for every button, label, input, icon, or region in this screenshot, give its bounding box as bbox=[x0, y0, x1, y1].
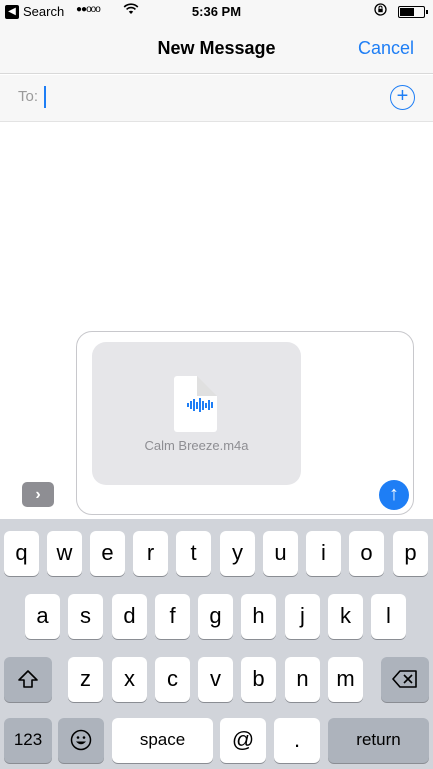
expand-apps-button[interactable]: › bbox=[22, 482, 54, 507]
cancel-button[interactable]: Cancel bbox=[358, 38, 414, 59]
to-label: To: bbox=[18, 88, 39, 105]
attachment-filename: Calm Breeze.m4a bbox=[144, 438, 249, 453]
recipient-field[interactable]: To: + bbox=[0, 75, 433, 122]
shift-key[interactable] bbox=[4, 657, 52, 702]
key-q[interactable]: q bbox=[4, 531, 39, 576]
key-d[interactable]: d bbox=[112, 594, 147, 639]
key-x[interactable]: x bbox=[112, 657, 147, 702]
numbers-key[interactable]: 123 bbox=[4, 718, 52, 763]
key-t[interactable]: t bbox=[176, 531, 211, 576]
key-p[interactable]: p bbox=[393, 531, 428, 576]
key-y[interactable]: y bbox=[220, 531, 255, 576]
key-b[interactable]: b bbox=[241, 657, 276, 702]
at-key[interactable]: @ bbox=[220, 718, 266, 763]
backspace-key[interactable] bbox=[381, 657, 429, 702]
key-i[interactable]: i bbox=[306, 531, 341, 576]
period-key[interactable]: . bbox=[274, 718, 320, 763]
plus-icon: + bbox=[396, 85, 409, 107]
audio-attachment[interactable]: Calm Breeze.m4a bbox=[92, 342, 301, 485]
key-w[interactable]: w bbox=[47, 531, 82, 576]
arrow-up-icon: ↑ bbox=[389, 483, 399, 505]
key-h[interactable]: h bbox=[241, 594, 276, 639]
key-k[interactable]: k bbox=[328, 594, 363, 639]
add-contact-button[interactable]: + bbox=[390, 85, 415, 110]
rotation-lock-icon bbox=[374, 3, 387, 19]
status-bar: ◀ Search ●●ooo 5:36 PM bbox=[0, 0, 433, 24]
return-key[interactable]: return bbox=[328, 718, 429, 763]
clock: 5:36 PM bbox=[191, 4, 242, 19]
key-o[interactable]: o bbox=[349, 531, 384, 576]
keyboard: q w e r t y u i o p a s d f g h j k l z … bbox=[0, 519, 433, 769]
key-l[interactable]: l bbox=[371, 594, 406, 639]
key-e[interactable]: e bbox=[90, 531, 125, 576]
battery-icon bbox=[398, 6, 428, 18]
text-cursor bbox=[44, 86, 46, 108]
chevron-right-icon: › bbox=[35, 486, 41, 503]
send-button[interactable]: ↑ bbox=[379, 480, 409, 510]
key-r[interactable]: r bbox=[133, 531, 168, 576]
key-v[interactable]: v bbox=[198, 657, 233, 702]
emoji-key[interactable] bbox=[58, 718, 104, 763]
key-g[interactable]: g bbox=[198, 594, 233, 639]
key-n[interactable]: n bbox=[285, 657, 320, 702]
key-f[interactable]: f bbox=[155, 594, 190, 639]
key-m[interactable]: m bbox=[328, 657, 363, 702]
shift-icon bbox=[18, 670, 38, 688]
message-compose-field[interactable]: Calm Breeze.m4a ↑ bbox=[76, 331, 414, 515]
key-s[interactable]: s bbox=[68, 594, 103, 639]
space-key[interactable]: space bbox=[112, 718, 213, 763]
key-c[interactable]: c bbox=[155, 657, 190, 702]
key-u[interactable]: u bbox=[263, 531, 298, 576]
navigation-bar: New Message Cancel bbox=[0, 24, 433, 74]
key-a[interactable]: a bbox=[25, 594, 60, 639]
audio-file-icon bbox=[174, 376, 217, 432]
emoji-icon bbox=[70, 729, 92, 751]
backspace-icon bbox=[392, 670, 417, 688]
key-z[interactable]: z bbox=[68, 657, 103, 702]
key-j[interactable]: j bbox=[285, 594, 320, 639]
